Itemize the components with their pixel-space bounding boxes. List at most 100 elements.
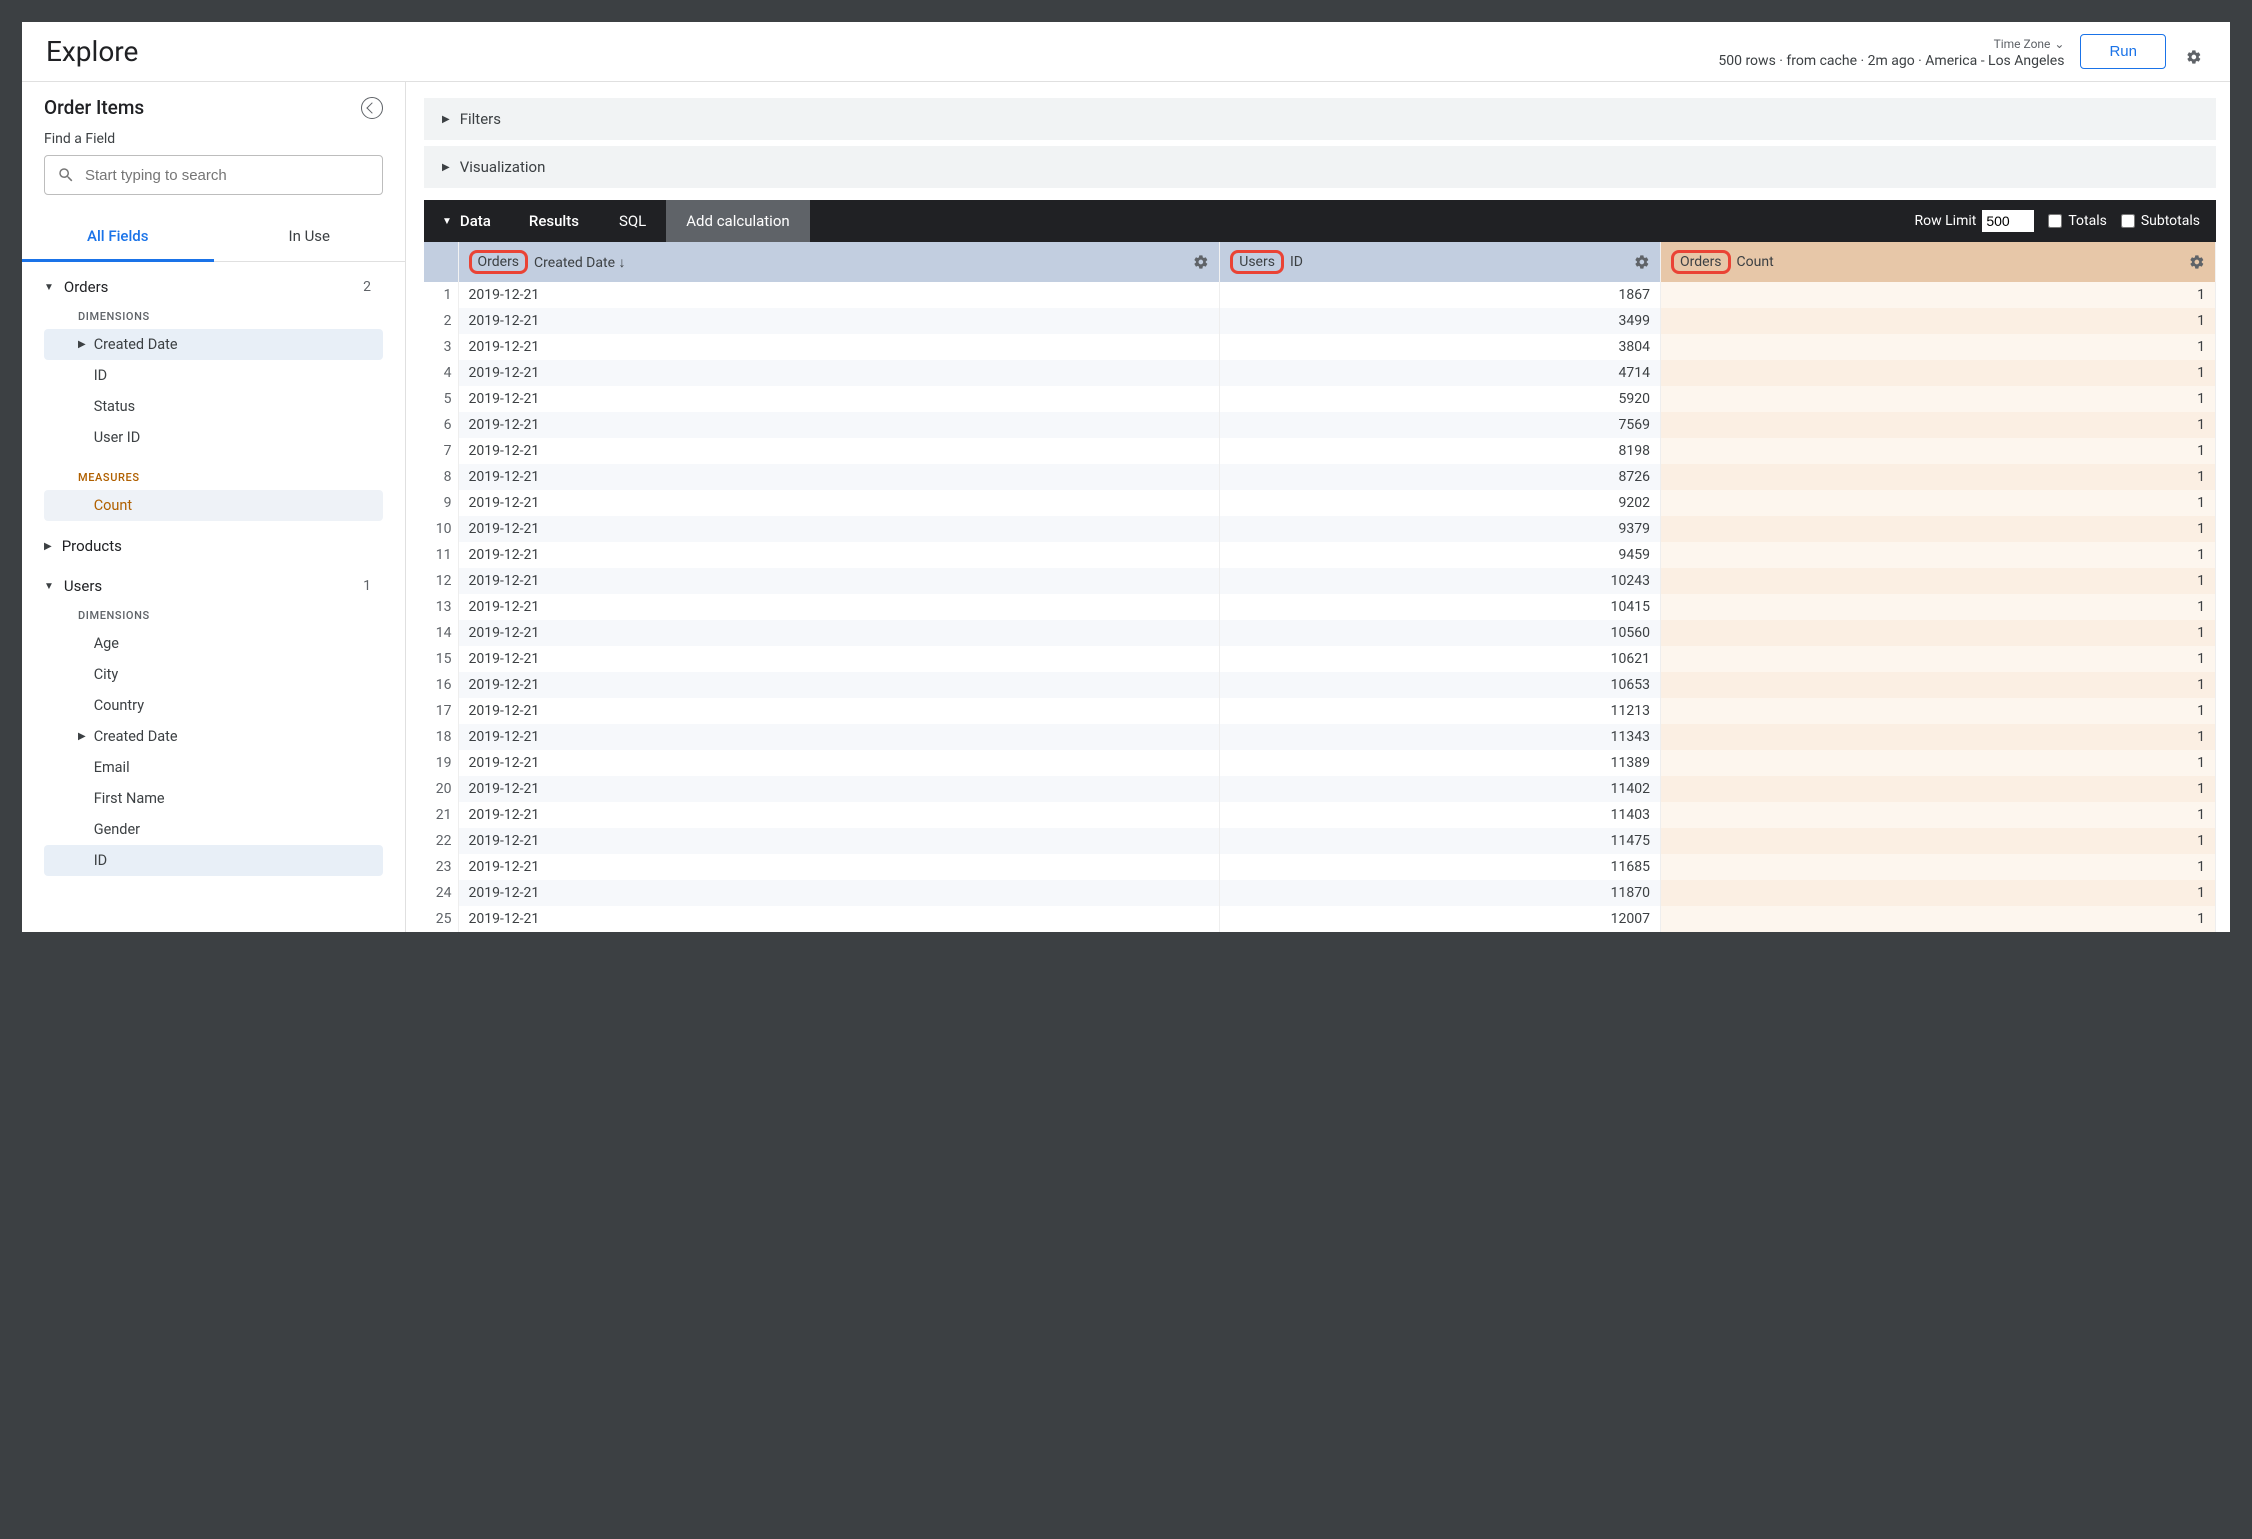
data-cell[interactable]: 1 [1661, 542, 2216, 568]
data-cell[interactable]: 2019-12-21 [458, 724, 1220, 750]
data-cell[interactable]: 2019-12-21 [458, 802, 1220, 828]
data-cell[interactable]: 11213 [1220, 698, 1661, 724]
data-cell[interactable]: 10415 [1220, 594, 1661, 620]
data-cell[interactable]: 11685 [1220, 854, 1661, 880]
data-cell[interactable]: 10653 [1220, 672, 1661, 698]
tab-all-fields[interactable]: All Fields [22, 213, 214, 262]
explore-header[interactable]: ▼Users1 [44, 571, 383, 601]
visualization-panel[interactable]: ▶ Visualization [424, 146, 2216, 188]
explore-header[interactable]: ▼Orders2 [44, 272, 383, 302]
subtotals-checkbox[interactable] [2121, 214, 2135, 228]
data-cell[interactable]: 2019-12-21 [458, 490, 1220, 516]
data-panel-toggle[interactable]: ▼ Data [424, 212, 509, 230]
data-cell[interactable]: 1 [1661, 776, 2216, 802]
data-cell[interactable]: 2019-12-21 [458, 594, 1220, 620]
data-cell[interactable]: 2019-12-21 [458, 698, 1220, 724]
dimension-field[interactable]: ▶User ID [44, 422, 383, 453]
data-cell[interactable]: 1 [1661, 828, 2216, 854]
data-cell[interactable]: 1 [1661, 594, 2216, 620]
totals-checkbox[interactable] [2048, 214, 2062, 228]
data-cell[interactable]: 12007 [1220, 906, 1661, 932]
data-cell[interactable]: 11403 [1220, 802, 1661, 828]
dimension-field[interactable]: ▶Created Date [44, 329, 383, 360]
data-cell[interactable]: 1 [1661, 802, 2216, 828]
data-cell[interactable]: 1 [1661, 438, 2216, 464]
data-cell[interactable]: 5920 [1220, 386, 1661, 412]
field-search-input[interactable] [85, 167, 370, 184]
data-cell[interactable]: 2019-12-21 [458, 360, 1220, 386]
data-cell[interactable]: 1 [1661, 672, 2216, 698]
data-cell[interactable]: 1 [1661, 620, 2216, 646]
data-cell[interactable]: 1 [1661, 282, 2216, 308]
data-cell[interactable]: 2019-12-21 [458, 750, 1220, 776]
data-cell[interactable]: 1 [1661, 516, 2216, 542]
dimension-field[interactable]: ▶Gender [44, 814, 383, 845]
column-settings-button[interactable] [1634, 254, 1650, 270]
data-cell[interactable]: 9459 [1220, 542, 1661, 568]
field-search[interactable] [44, 155, 383, 195]
data-cell[interactable]: 2019-12-21 [458, 438, 1220, 464]
data-cell[interactable]: 2019-12-21 [458, 880, 1220, 906]
column-header[interactable]: UsersID [1220, 242, 1661, 282]
data-cell[interactable]: 3804 [1220, 334, 1661, 360]
data-cell[interactable]: 2019-12-21 [458, 620, 1220, 646]
data-cell[interactable]: 2019-12-21 [458, 828, 1220, 854]
dimension-field[interactable]: ▶ID [44, 360, 383, 391]
row-limit-input[interactable] [1982, 210, 2034, 232]
data-cell[interactable]: 2019-12-21 [458, 308, 1220, 334]
data-cell[interactable]: 1867 [1220, 282, 1661, 308]
collapse-sidebar-button[interactable] [361, 97, 383, 119]
dimension-field[interactable]: ▶Created Date [44, 721, 383, 752]
data-cell[interactable]: 2019-12-21 [458, 672, 1220, 698]
data-cell[interactable]: 1 [1661, 568, 2216, 594]
explore-header[interactable]: ▶Products [44, 531, 383, 561]
data-cell[interactable]: 2019-12-21 [458, 854, 1220, 880]
data-cell[interactable]: 2019-12-21 [458, 386, 1220, 412]
filters-panel[interactable]: ▶ Filters [424, 98, 2216, 140]
totals-checkbox-group[interactable]: Totals [2048, 213, 2107, 229]
run-button[interactable]: Run [2080, 34, 2166, 69]
data-cell[interactable]: 1 [1661, 360, 2216, 386]
data-cell[interactable]: 11343 [1220, 724, 1661, 750]
data-cell[interactable]: 2019-12-21 [458, 464, 1220, 490]
tab-results[interactable]: Results [509, 200, 599, 242]
dimension-field[interactable]: ▶Email [44, 752, 383, 783]
dimension-field[interactable]: ▶City [44, 659, 383, 690]
data-cell[interactable]: 2019-12-21 [458, 646, 1220, 672]
tab-in-use[interactable]: In Use [214, 213, 406, 261]
data-cell[interactable]: 2019-12-21 [458, 542, 1220, 568]
dimension-field[interactable]: ▶Status [44, 391, 383, 422]
data-cell[interactable]: 3499 [1220, 308, 1661, 334]
data-cell[interactable]: 7569 [1220, 412, 1661, 438]
data-cell[interactable]: 2019-12-21 [458, 568, 1220, 594]
data-cell[interactable]: 10243 [1220, 568, 1661, 594]
data-cell[interactable]: 1 [1661, 334, 2216, 360]
data-cell[interactable]: 11475 [1220, 828, 1661, 854]
field-picker-scroll[interactable]: ▼Orders2DIMENSIONS▶Created Date▶ID▶Statu… [22, 262, 405, 932]
data-cell[interactable]: 1 [1661, 464, 2216, 490]
data-cell[interactable]: 11389 [1220, 750, 1661, 776]
data-cell[interactable]: 10560 [1220, 620, 1661, 646]
data-cell[interactable]: 1 [1661, 906, 2216, 932]
column-header[interactable]: OrdersCreated Date ↓ [458, 242, 1220, 282]
data-cell[interactable]: 8198 [1220, 438, 1661, 464]
data-cell[interactable]: 1 [1661, 490, 2216, 516]
add-calculation-button[interactable]: Add calculation [666, 200, 809, 242]
data-cell[interactable]: 1 [1661, 386, 2216, 412]
data-table-scroll[interactable]: OrdersCreated Date ↓UsersIDOrdersCount 1… [424, 242, 2230, 932]
data-cell[interactable]: 1 [1661, 308, 2216, 334]
dimension-field[interactable]: ▶Country [44, 690, 383, 721]
subtotals-checkbox-group[interactable]: Subtotals [2121, 213, 2200, 229]
data-cell[interactable]: 2019-12-21 [458, 412, 1220, 438]
data-cell[interactable]: 1 [1661, 750, 2216, 776]
data-cell[interactable]: 2019-12-21 [458, 516, 1220, 542]
measure-field[interactable]: ▶Count [44, 490, 383, 521]
data-cell[interactable]: 9379 [1220, 516, 1661, 542]
data-cell[interactable]: 2019-12-21 [458, 334, 1220, 360]
data-cell[interactable]: 1 [1661, 854, 2216, 880]
data-cell[interactable]: 11870 [1220, 880, 1661, 906]
dimension-field[interactable]: ▶Age [44, 628, 383, 659]
column-settings-button[interactable] [2189, 254, 2205, 270]
data-cell[interactable]: 4714 [1220, 360, 1661, 386]
data-cell[interactable]: 1 [1661, 698, 2216, 724]
